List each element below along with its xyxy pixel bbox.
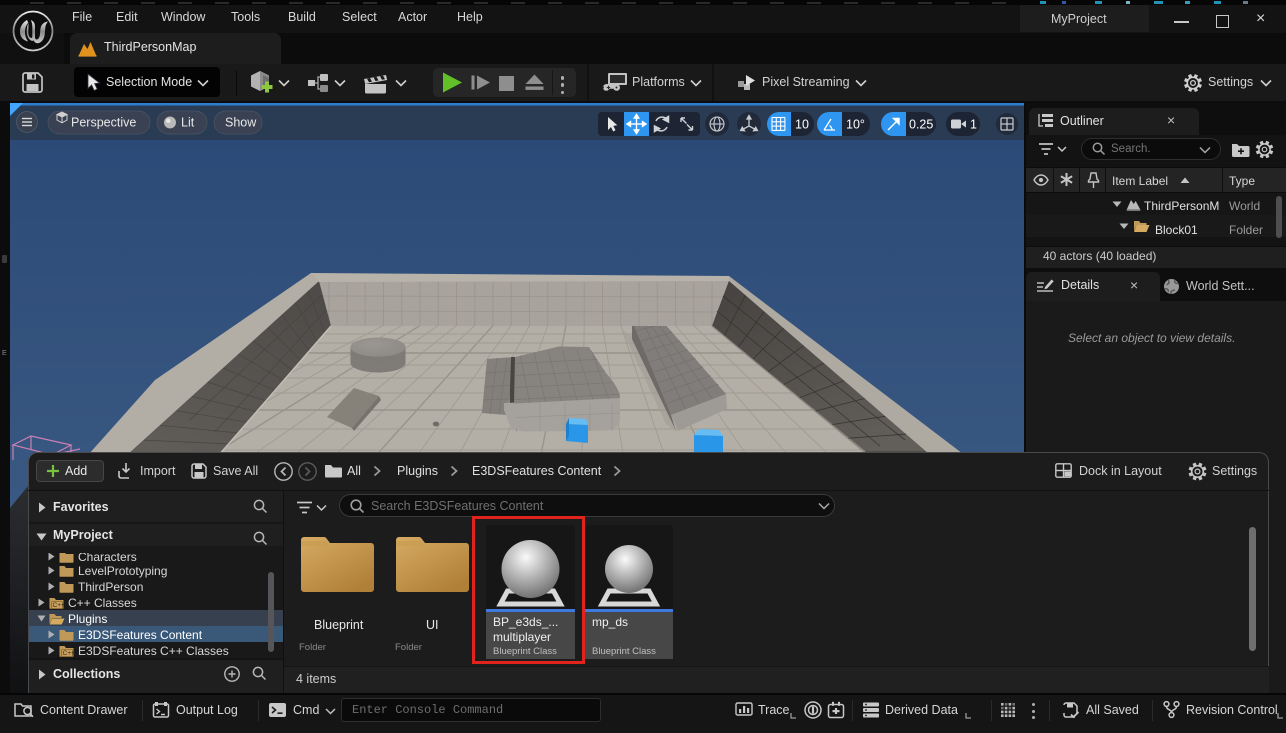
svg-text:C++: C++	[63, 650, 75, 657]
svg-text:10°: 10°	[846, 118, 865, 132]
svg-text:10: 10	[795, 118, 809, 132]
svg-text:Show: Show	[225, 116, 257, 130]
svg-text:0.25: 0.25	[909, 118, 933, 132]
svg-text:Lit: Lit	[181, 116, 195, 130]
svg-text:Perspective: Perspective	[71, 116, 136, 130]
svg-text:C++: C++	[53, 602, 65, 609]
svg-text:1: 1	[970, 118, 977, 132]
